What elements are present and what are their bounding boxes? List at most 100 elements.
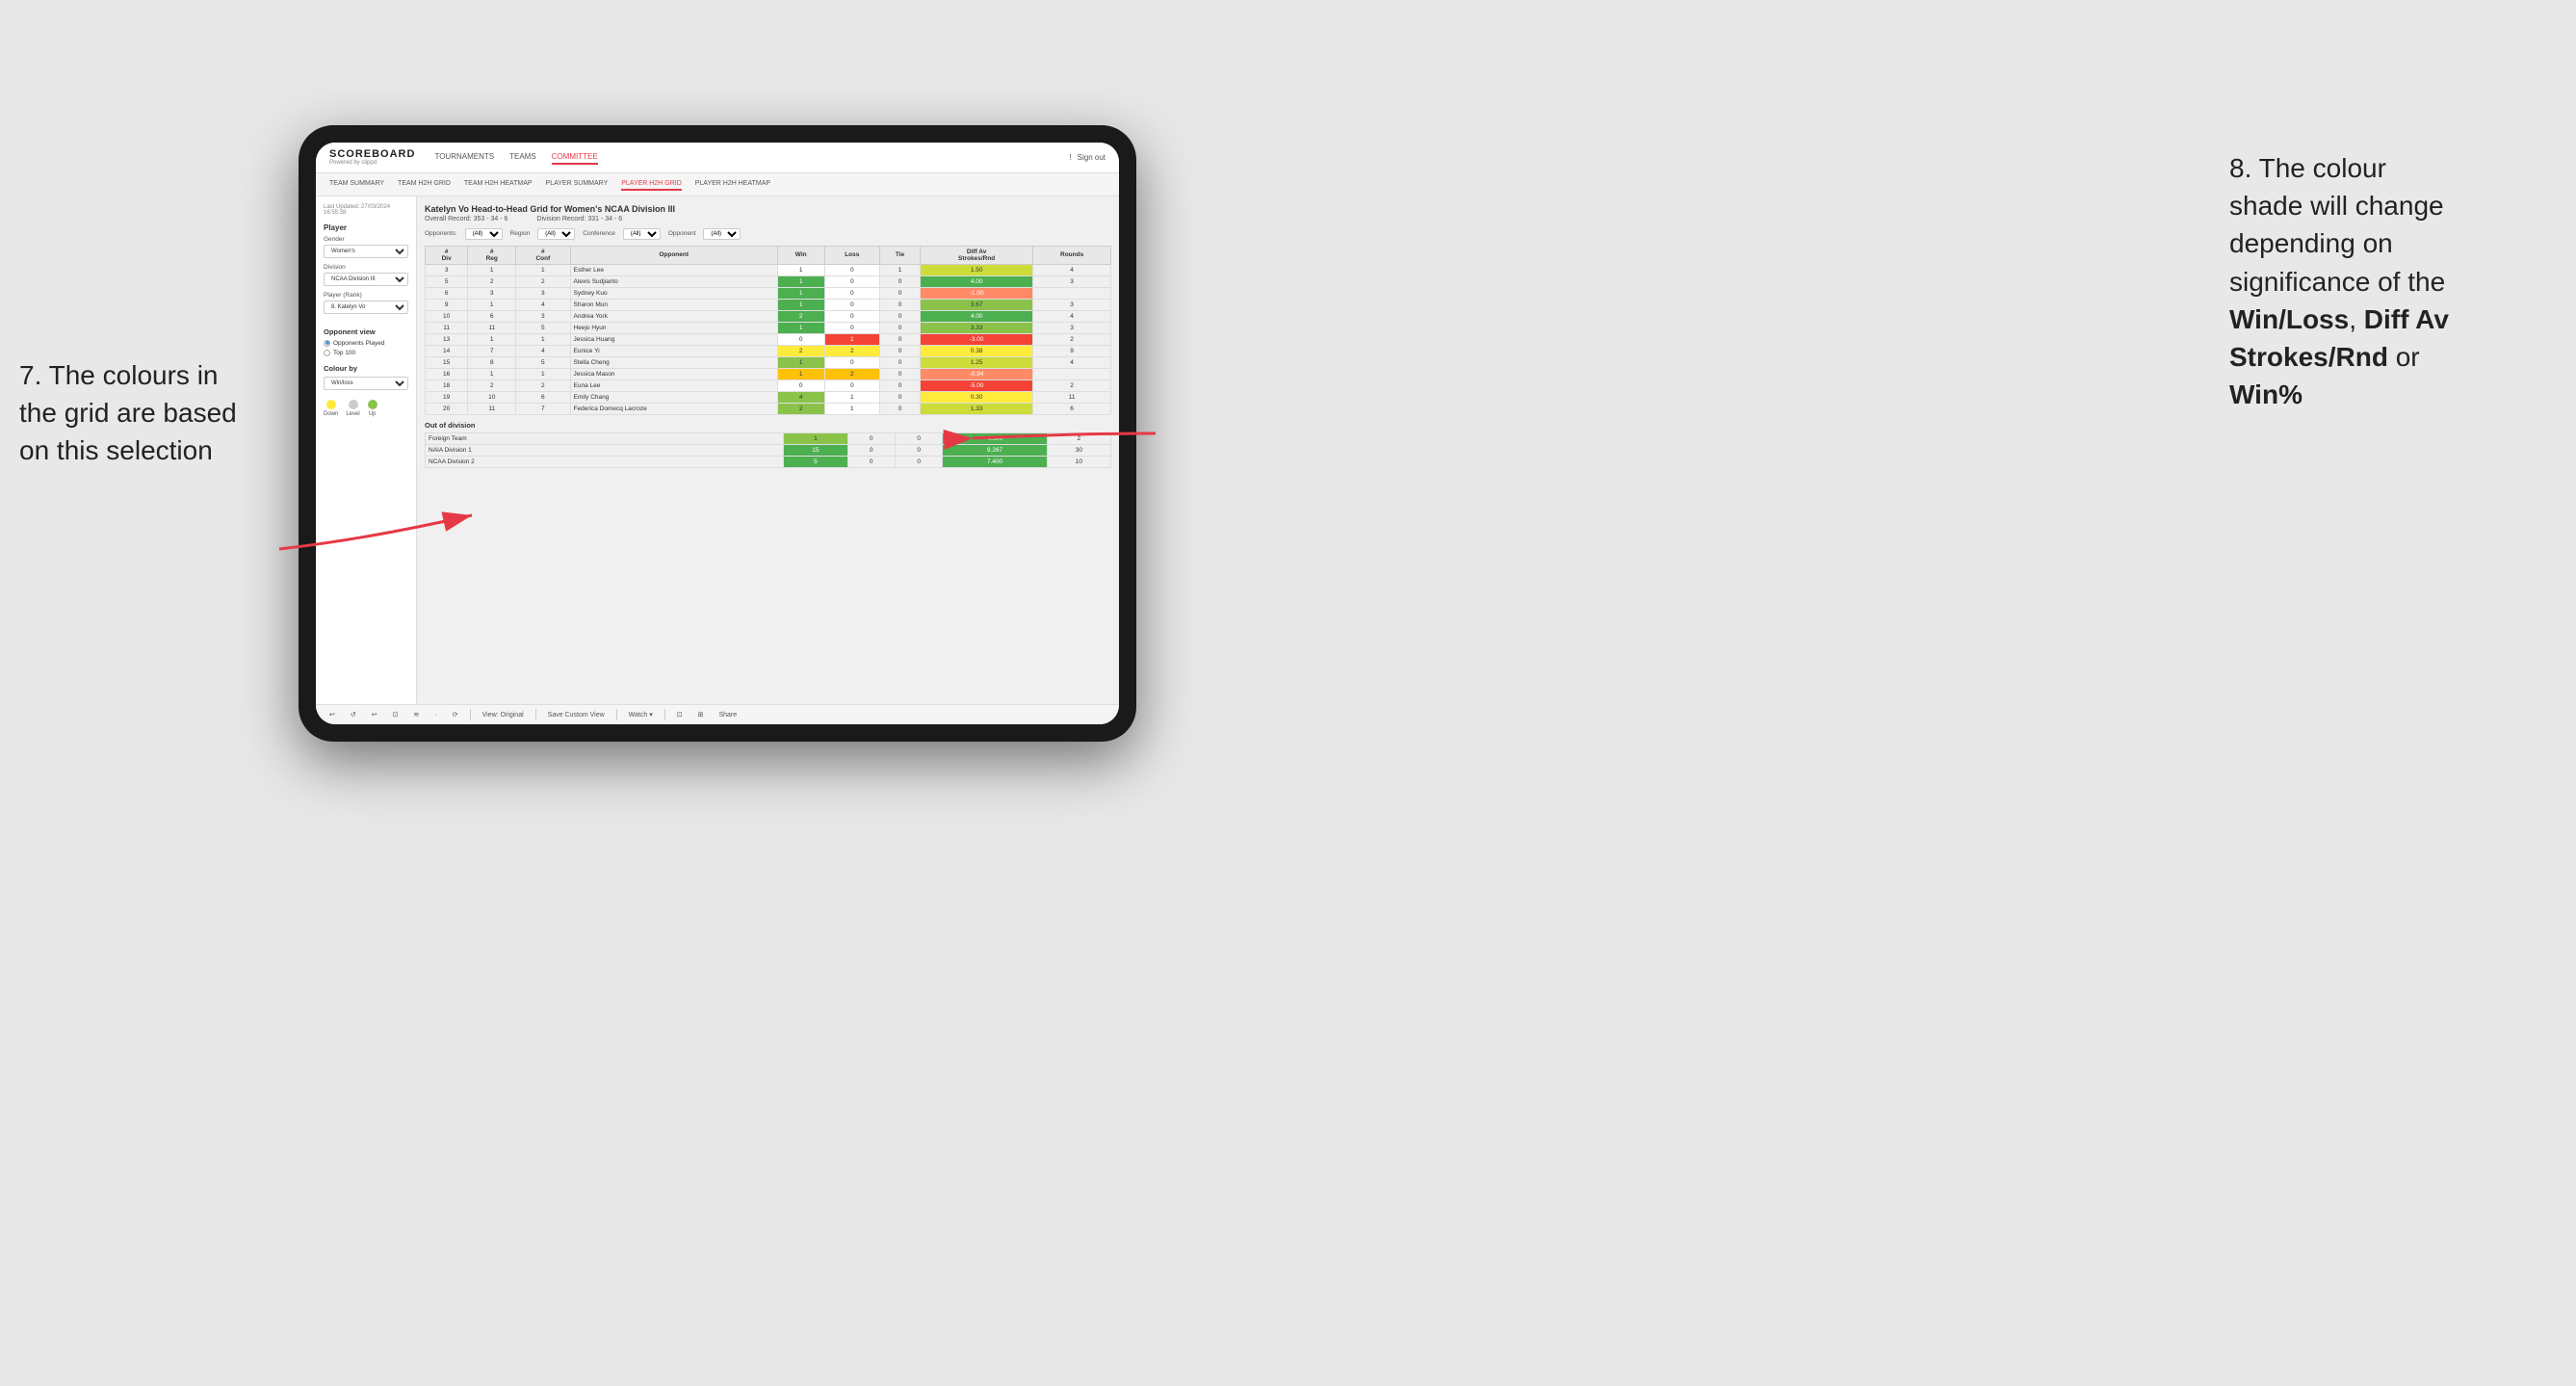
cell-opponent: Andrea York [570, 310, 777, 322]
cell-div: 19 [426, 391, 468, 403]
nav-links: TOURNAMENTS TEAMS COMMITTEE [434, 150, 1050, 165]
cell-conf: 3 [516, 310, 570, 322]
toolbar-undo[interactable]: ↩ [325, 709, 339, 720]
opponent-view-title: Opponent view [324, 327, 408, 336]
out-of-division-section: Out of division Foreign Team 1 0 0 4.500… [425, 421, 1111, 468]
cell-rounds: 3 [1033, 275, 1111, 287]
conference-filter-select[interactable]: (All) [623, 228, 661, 240]
cell-div: 15 [426, 356, 468, 368]
toolbar-redo[interactable]: ↺ [347, 709, 360, 720]
cell-div: 10 [426, 310, 468, 322]
table-row: 5 2 2 Alexis Sudjianto 1 0 0 4.00 3 [426, 275, 1111, 287]
cell-diff: 4.00 [921, 275, 1033, 287]
toolbar-dot[interactable]: · [430, 710, 440, 720]
cell-diff: -3.00 [921, 333, 1033, 345]
cell-tie: 0 [879, 379, 920, 391]
out-of-division-title: Out of division [425, 421, 1111, 430]
region-filter-select[interactable]: (All) [537, 228, 575, 240]
region-filter-label: Region [510, 230, 531, 237]
cell-diff: 1.50 [921, 264, 1033, 275]
toolbar-save-custom[interactable]: Save Custom View [544, 710, 609, 720]
cell-reg: 6 [468, 310, 516, 322]
cell-div: 5 [426, 275, 468, 287]
col-diff: Diff AvStrokes/Rnd [921, 246, 1033, 264]
toolbar-menu[interactable]: ≋ [410, 709, 424, 720]
nav-committee[interactable]: COMMITTEE [552, 150, 598, 165]
cell-tie: 0 [879, 345, 920, 356]
bottom-toolbar: ↩ ↺ ↩ ⊡ ≋ · ⟳ View: Original Save Custom… [316, 704, 1119, 724]
cell-reg: 1 [468, 368, 516, 379]
cell-opponent: Sydney Kuo [570, 287, 777, 299]
sub-nav-player-summary[interactable]: PLAYER SUMMARY [546, 178, 609, 191]
grid-area: Katelyn Vo Head-to-Head Grid for Women's… [417, 196, 1119, 704]
sub-nav-team-h2h-heatmap[interactable]: TEAM H2H HEATMAP [464, 178, 533, 191]
cell-win: 0 [777, 333, 824, 345]
col-div: #Div [426, 246, 468, 264]
cell-reg: 1 [468, 264, 516, 275]
radio-top100[interactable]: Top 100 [324, 350, 408, 356]
col-win: Win [777, 246, 824, 264]
toolbar-sep1 [470, 709, 471, 720]
cell-opponent: Jessica Mason [570, 368, 777, 379]
cell-tie: 0 [879, 333, 920, 345]
cell-conf: 4 [516, 299, 570, 310]
cell-diff: 0.38 [921, 345, 1033, 356]
cell-rounds: 4 [1033, 264, 1111, 275]
cell-div: 20 [426, 403, 468, 414]
radio-dot-selected [324, 340, 330, 347]
logo-text: SCOREBOARD [329, 148, 415, 160]
toolbar-watch[interactable]: Watch ▾ [625, 709, 657, 720]
sub-nav-team-h2h-grid[interactable]: TEAM H2H GRID [398, 178, 451, 191]
division-label: Division [324, 264, 408, 271]
cell-win: 1 [777, 299, 824, 310]
toolbar-share[interactable]: Share [715, 710, 741, 720]
toolbar-layout[interactable]: ⊞ [694, 709, 708, 720]
overall-record: Overall Record: 353 - 34 - 6 [425, 216, 507, 222]
sub-nav-team-summary[interactable]: TEAM SUMMARY [329, 178, 384, 191]
nav-teams[interactable]: TEAMS [509, 150, 536, 165]
cell-opponent: Jessica Huang [570, 333, 777, 345]
cell-ood-diff: 7.400 [943, 456, 1047, 467]
cell-div: 14 [426, 345, 468, 356]
cell-div: 3 [426, 264, 468, 275]
colour-by-select[interactable]: Win/loss [324, 377, 408, 390]
col-reg: #Reg [468, 246, 516, 264]
col-loss: Loss [824, 246, 879, 264]
cell-ood-loss: 0 [847, 456, 895, 467]
table-row: 11 11 5 Heejo Hyun 1 0 0 3.33 3 [426, 322, 1111, 333]
opponent-filter-select[interactable]: (All) [703, 228, 741, 240]
cell-conf: 1 [516, 264, 570, 275]
cell-reg: 7 [468, 345, 516, 356]
cell-rounds: 3 [1033, 322, 1111, 333]
annotation-right: 8. The colourshade will changedepending … [2229, 149, 2557, 413]
opponents-filter-select[interactable]: (All) [465, 228, 503, 240]
toolbar-view-original[interactable]: View: Original [479, 710, 528, 720]
toolbar-refresh[interactable]: ⟳ [449, 709, 462, 720]
cell-reg: 1 [468, 299, 516, 310]
table-row: 13 1 1 Jessica Huang 0 1 0 -3.00 2 [426, 333, 1111, 345]
cell-tie: 0 [879, 322, 920, 333]
toolbar-grid[interactable]: ⊡ [389, 709, 403, 720]
cell-tie: 0 [879, 287, 920, 299]
toolbar-back[interactable]: ↩ [368, 709, 381, 720]
radio-dot-unselected [324, 350, 330, 356]
cell-loss: 2 [824, 345, 879, 356]
sign-out-link[interactable]: Sign out [1078, 153, 1106, 162]
cell-div: 18 [426, 379, 468, 391]
radio-opponents-played[interactable]: Opponents Played [324, 340, 408, 347]
sub-nav-player-h2h-heatmap[interactable]: PLAYER H2H HEATMAP [695, 178, 770, 191]
cell-ood-win: 5 [784, 456, 847, 467]
cell-tie: 0 [879, 356, 920, 368]
tablet-frame: SCOREBOARD Powered by clippd TOURNAMENTS… [299, 125, 1136, 742]
table-row: 20 11 7 Federica Domecq Lacroze 2 1 0 1.… [426, 403, 1111, 414]
division-select[interactable]: NCAA Division III [324, 273, 408, 286]
sub-nav-player-h2h-grid[interactable]: PLAYER H2H GRID [621, 178, 682, 191]
legend-dot-down [326, 400, 336, 409]
nav-tournaments[interactable]: TOURNAMENTS [434, 150, 494, 165]
gender-select[interactable]: Women's [324, 245, 408, 258]
cell-opponent: Euna Lee [570, 379, 777, 391]
cell-win: 4 [777, 391, 824, 403]
player-rank-select[interactable]: 8. Katelyn Vo [324, 301, 408, 314]
cell-tie: 0 [879, 299, 920, 310]
toolbar-grid2[interactable]: ⊡ [673, 709, 687, 720]
